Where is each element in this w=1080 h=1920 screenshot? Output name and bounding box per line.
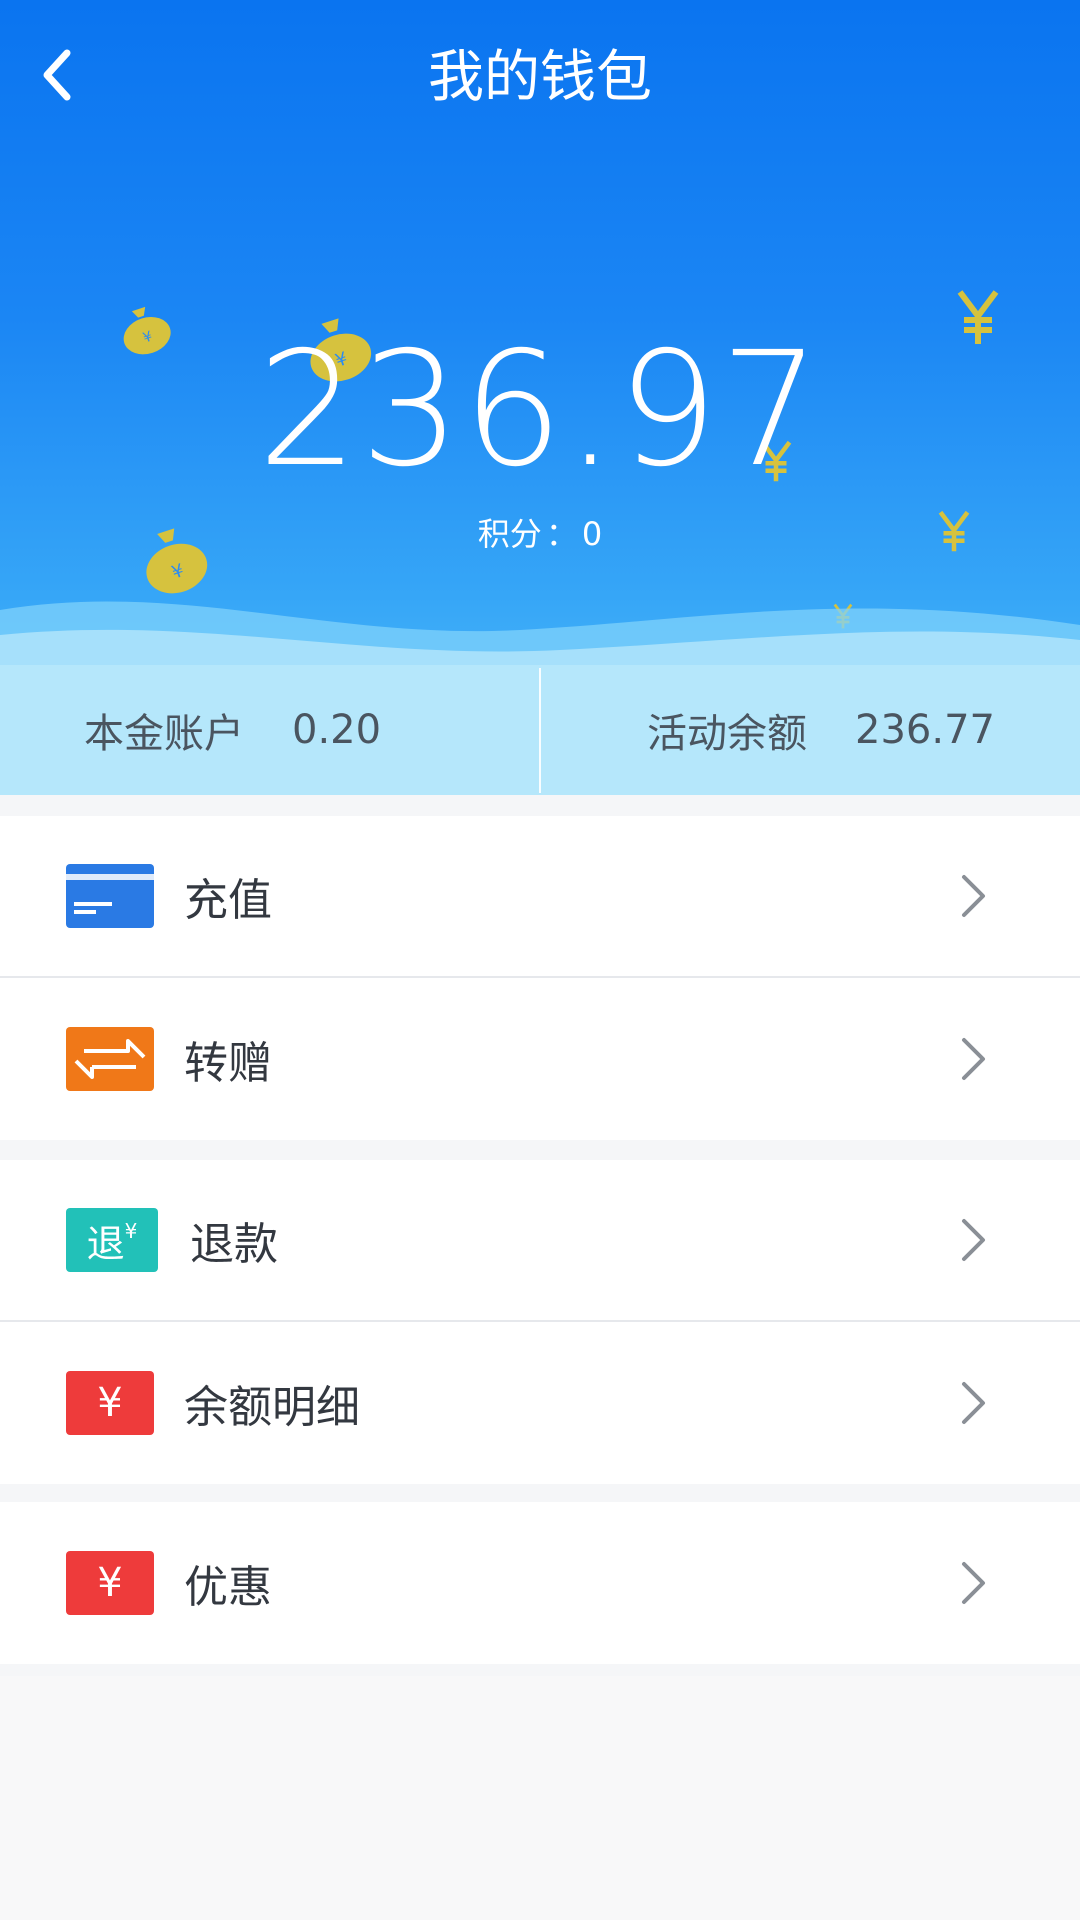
principal-account[interactable]: 本金账户 0.20	[0, 665, 539, 795]
chevron-right-icon	[962, 1038, 985, 1080]
refund-icon-text: 退	[86, 1221, 125, 1266]
wallet-hero: ¥ ¥ ¥ 我的钱包 236.97 积分 ： 0 本金账户 0.20 活动余额 …	[0, 0, 1080, 795]
refund-icon-sup: ¥	[124, 1219, 138, 1243]
yen-icon: ¥	[66, 1371, 154, 1435]
points-line: 积分： 0	[0, 512, 1080, 556]
menu-group-1: 充值 转赠	[0, 816, 1080, 1140]
points-label: 积分	[477, 515, 542, 553]
menu-item-label: 退款	[190, 1219, 278, 1270]
activity-balance-value: 236.77	[855, 707, 995, 753]
chevron-right-icon	[962, 1219, 985, 1261]
principal-account-value: 0.20	[292, 707, 382, 753]
menu-item-label: 转赠	[184, 1038, 272, 1089]
menu-item-transfer[interactable]: 转赠	[0, 978, 1080, 1140]
menu-item-recharge[interactable]: 充值	[0, 816, 1080, 978]
menu-group-2: 退 ¥ 退款 ¥ 余额明细	[0, 1160, 1080, 1484]
menu-item-discounts[interactable]: ¥ 优惠	[0, 1502, 1080, 1664]
points-separator: ：	[545, 515, 578, 553]
wallet-page: ¥ ¥ ¥ 我的钱包 236.97 积分 ： 0 本金账户 0.20 活动余额 …	[0, 0, 1080, 1920]
principal-account-label: 本金账户	[84, 711, 244, 757]
menu-item-refund[interactable]: 退 ¥ 退款	[0, 1160, 1080, 1322]
wallet-balance: 236.97	[257, 318, 823, 502]
card-icon	[66, 864, 154, 928]
yen-icon-text: ¥	[97, 1560, 123, 1606]
yen-icon-text: ¥	[97, 1380, 123, 1426]
menu-item-balance-details[interactable]: ¥ 余额明细	[0, 1322, 1080, 1484]
activity-balance[interactable]: 活动余额 236.77	[541, 665, 1080, 795]
chevron-right-icon	[962, 1562, 985, 1604]
chevron-right-icon	[962, 875, 985, 917]
menu-group-3: ¥ 优惠	[0, 1502, 1080, 1664]
empty-area	[0, 1676, 1080, 1920]
chevron-right-icon	[962, 1382, 985, 1424]
transfer-arrows-icon	[66, 1027, 154, 1091]
yen-icon: ¥	[66, 1551, 154, 1615]
activity-balance-label: 活动余额	[647, 711, 808, 757]
menu-item-label: 余额明细	[184, 1382, 360, 1433]
menu-item-label: 充值	[184, 875, 272, 926]
sub-accounts: 本金账户 0.20 活动余额 236.77	[0, 665, 1080, 795]
menu-item-label: 优惠	[184, 1562, 272, 1613]
refund-icon: 退 ¥	[66, 1208, 158, 1272]
page-title: 我的钱包	[428, 45, 652, 110]
points-value: 0	[581, 515, 603, 553]
